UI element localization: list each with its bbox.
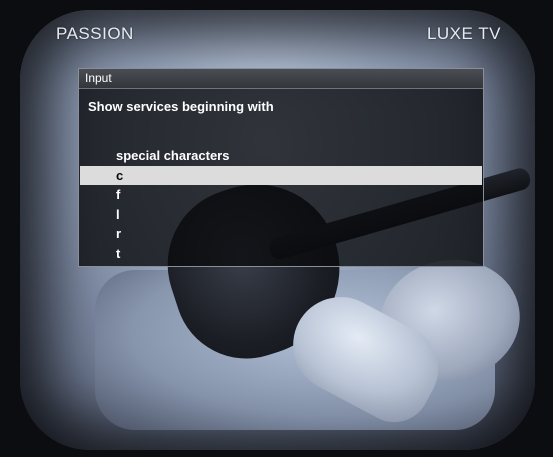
channel-logo-left: PASSION: [56, 24, 134, 43]
option-item-selected[interactable]: c: [80, 165, 482, 185]
option-item[interactable]: t: [80, 244, 482, 264]
option-item[interactable]: f: [80, 185, 482, 205]
dialog-prompt: Show services beginning with: [88, 99, 274, 114]
input-dialog: Input Show services beginning with speci…: [78, 68, 484, 267]
tv-screen: PASSION LUXE TV Input Show services begi…: [0, 0, 553, 457]
option-item[interactable]: special characters: [80, 146, 482, 166]
dialog-title: Input: [79, 69, 483, 89]
option-item[interactable]: l: [80, 205, 482, 225]
option-item[interactable]: r: [80, 224, 482, 244]
option-list: special characters c f l r t: [80, 146, 482, 263]
channel-logo-right: LUXE TV: [426, 24, 501, 43]
